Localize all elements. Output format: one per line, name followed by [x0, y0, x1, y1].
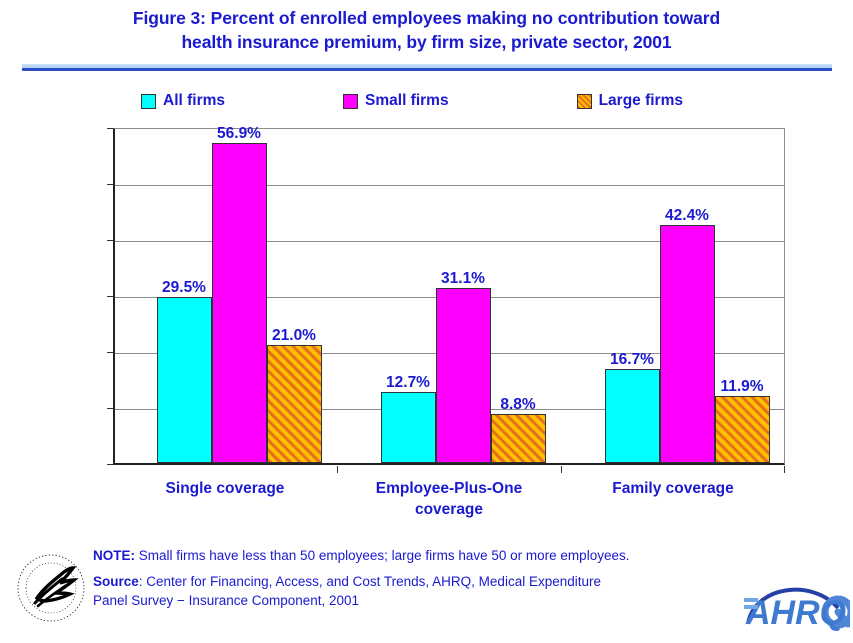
bar-label-large-firms-emp-plus-one: 8.8% — [500, 396, 536, 413]
footer-source-text-line2: Panel Survey − Insurance Component, 2001 — [93, 593, 360, 608]
x-category-label-emp-plus-one: Employee-Plus-One coverage — [337, 478, 561, 520]
footer-note: NOTE: Small firms have less than 50 empl… — [93, 546, 753, 565]
bar-large-firms-emp-plus-one[interactable] — [491, 414, 546, 463]
bar-label-all-firms-family: 16.7% — [610, 351, 654, 368]
bar-label-large-firms-single: 21.0% — [272, 327, 316, 344]
bar-label-large-firms-family: 11.9% — [720, 378, 764, 395]
footer-source-text: : Center for Financing, Access, and Cost… — [138, 574, 601, 589]
bar-small-firms-emp-plus-one[interactable] — [436, 288, 491, 463]
footer-source-label: Source — [93, 574, 139, 589]
bar-label-small-firms-family: 42.4% — [665, 207, 709, 224]
x-tick-mark — [337, 466, 338, 473]
bar-all-firms-family[interactable] — [605, 369, 660, 463]
x-category-label-single: Single coverage — [113, 478, 337, 499]
bar-label-all-firms-emp-plus-one: 12.7% — [386, 374, 430, 391]
bar-small-firms-family[interactable] — [660, 225, 715, 463]
x-category-line-1: Employee-Plus-One — [375, 480, 523, 497]
footer-source: Source: Center for Financing, Access, an… — [93, 572, 753, 610]
plot-area: 29.5% 56.9% 21.0% 12.7% 31.1% 8.8% 16.7%… — [113, 125, 785, 465]
x-tick-mark — [561, 466, 562, 473]
footer-note-text: Small firms have less than 50 employees;… — [135, 548, 630, 563]
chart-container: 60% 50% 40% 30% 20% 10% 0% 29.5% 56.9% 2… — [0, 0, 853, 640]
ahrq-logo-icon: AHRQ — [742, 572, 853, 638]
x-category-line-1: Family coverage — [612, 480, 734, 497]
hhs-seal-logo-icon: DEPARTMENT OF HEALTH & HUMAN SERVICES — [7, 540, 90, 636]
footer-notes: NOTE: Small firms have less than 50 empl… — [93, 546, 753, 617]
bar-all-firms-single[interactable] — [157, 297, 212, 463]
bar-label-all-firms-single: 29.5% — [162, 279, 206, 296]
bar-label-small-firms-emp-plus-one: 31.1% — [441, 270, 485, 287]
ahrq-logo-text: AHRQ — [745, 594, 846, 632]
x-category-line-1: Single coverage — [165, 480, 285, 497]
bar-all-firms-emp-plus-one[interactable] — [381, 392, 436, 463]
bar-large-firms-single[interactable] — [267, 345, 322, 463]
x-category-label-family: Family coverage — [561, 478, 785, 499]
footer-note-label: NOTE: — [93, 548, 135, 563]
bar-label-small-firms-single: 56.9% — [217, 125, 261, 142]
x-tick-mark — [784, 466, 785, 473]
bar-small-firms-single[interactable] — [212, 143, 267, 463]
x-category-line-2: coverage — [414, 501, 484, 518]
bar-large-firms-family[interactable] — [715, 396, 770, 463]
